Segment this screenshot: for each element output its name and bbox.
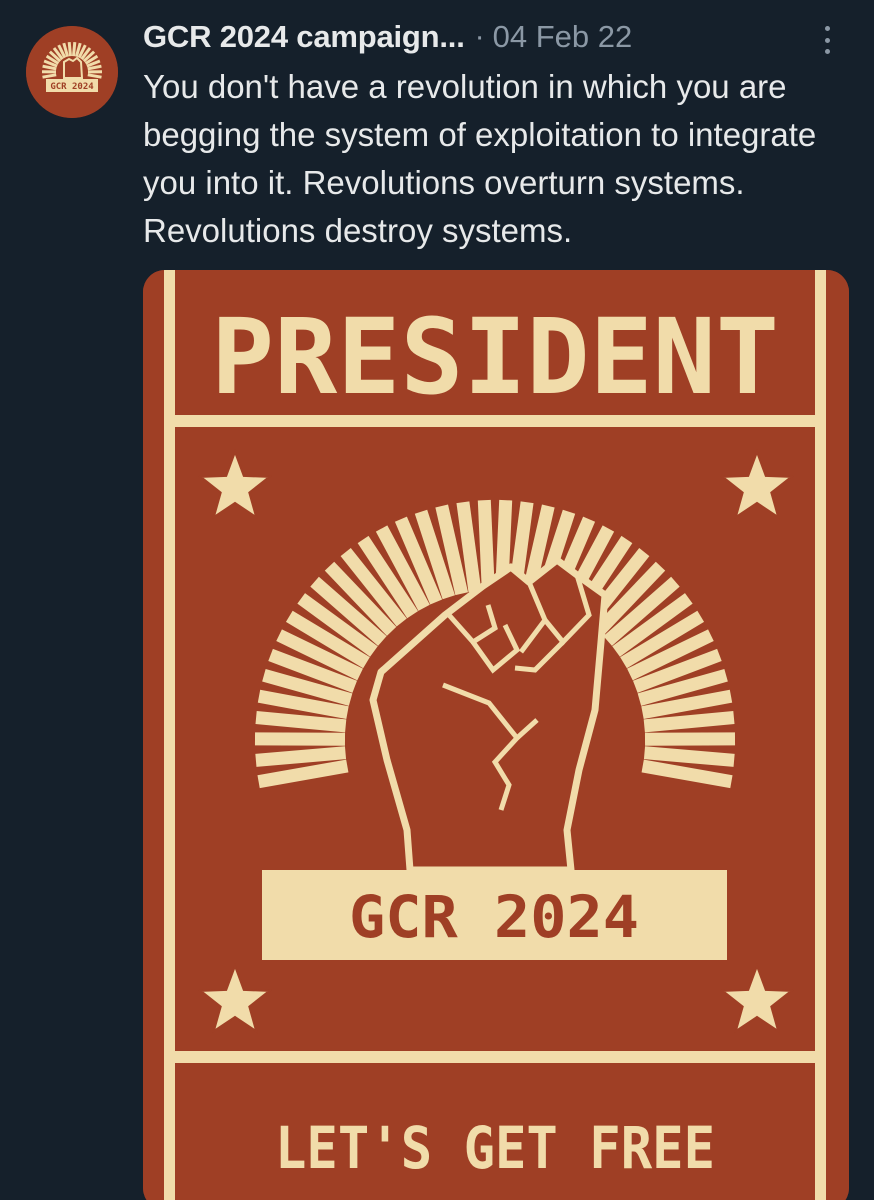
sunburst-ray — [643, 746, 735, 767]
poster-banner-text: GCR 2024 — [349, 883, 639, 951]
author-avatar[interactable]: GCR 2024 — [26, 26, 118, 118]
sunburst-ray — [72, 41, 77, 57]
more-vertical-icon-dot — [824, 37, 830, 43]
more-options-button[interactable] — [810, 22, 844, 58]
tweet-date[interactable]: 04 Feb 22 — [493, 19, 633, 55]
sunburst-ray — [255, 746, 347, 767]
tweet-media-image[interactable]: PRESIDENT GCR 2024 LET'S GET FREE — [143, 270, 849, 1200]
more-vertical-icon — [824, 26, 830, 31]
avatar-logo-text: GCR 2024 — [50, 82, 94, 92]
sunburst-ray — [67, 41, 72, 57]
poster-title: PRESIDENT — [211, 296, 779, 418]
author-name[interactable]: GCR 2024 campaign... — [143, 19, 465, 55]
tweet-text: You don't have a revolution in which you… — [143, 68, 817, 249]
tweet-header: GCR 2024 campaign... · 04 Feb 22 — [143, 14, 823, 60]
sunburst-ray — [255, 711, 347, 733]
sunburst-ray — [643, 711, 735, 733]
poster-divider-bottom — [164, 1051, 826, 1063]
avatar-logo: GCR 2024 — [26, 26, 118, 118]
more-vertical-icon-dot — [824, 49, 830, 54]
tweet: GCR 2024 GCR 2024 campaign... · 04 Feb 2… — [0, 0, 874, 1200]
separator-dot: · — [474, 20, 485, 53]
sunburst-ray — [477, 499, 495, 591]
campaign-poster: PRESIDENT GCR 2024 LET'S GET FREE — [143, 270, 849, 1200]
poster-slogan: LET'S GET FREE — [275, 1114, 715, 1182]
